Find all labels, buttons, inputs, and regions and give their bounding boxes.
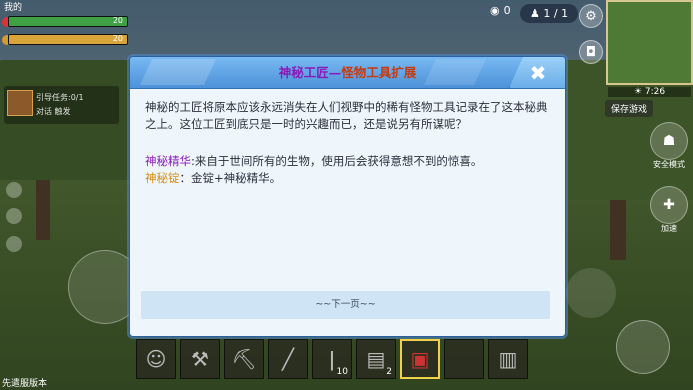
speed-up-label: 加速 bbox=[661, 224, 677, 233]
currency-count: 0 bbox=[503, 4, 511, 17]
settings-gear-icon[interactable]: ⚙ bbox=[579, 4, 603, 28]
slot-count: 10 bbox=[336, 367, 348, 377]
task-panel[interactable]: 引导任务:0/1 对话 触发 bbox=[4, 86, 119, 124]
speed-up-button[interactable]: ✚ bbox=[650, 186, 688, 224]
game-time: ☀ 7:26 bbox=[608, 87, 691, 97]
book-dialog: 神秘工匠—怪物工具扩展 ✖ 神秘的工匠将原本应该永远消失在人们视野中的稀有怪物工… bbox=[129, 56, 566, 337]
players-count: ♟ 1 / 1 bbox=[520, 4, 579, 23]
hotbar-slot-1[interactable]: ☺ bbox=[136, 339, 176, 379]
hotbar-slot-4[interactable]: ╱ bbox=[268, 339, 308, 379]
interact-hand-button[interactable] bbox=[566, 268, 616, 318]
club-icon: ╱ bbox=[281, 347, 295, 371]
ingot-key: 神秘锭 bbox=[145, 171, 180, 185]
game-time-text: 7:26 bbox=[644, 87, 666, 97]
task-icon bbox=[7, 90, 33, 116]
safe-mode-button[interactable]: ☗ bbox=[650, 122, 688, 160]
ingot-description: ：金锭+神秘精华。 bbox=[179, 171, 282, 185]
camera-icon[interactable]: ◘ bbox=[579, 40, 603, 64]
safe-mode-label: 安全模式 bbox=[653, 160, 685, 169]
axe-icon: ⚒ bbox=[191, 347, 209, 371]
dialog-title-part1: 神秘工匠— bbox=[278, 65, 342, 80]
mic-icon[interactable] bbox=[6, 208, 22, 224]
hunger-value: 20 bbox=[112, 34, 123, 43]
essence-key: 神秘精华 bbox=[145, 154, 191, 168]
hunger-bar-fill bbox=[9, 35, 127, 44]
dialog-intro-text: 神秘的工匠将原本应该永远消失在人们视野中的稀有怪物工具记录在了这本秘典之上。这位… bbox=[145, 100, 548, 131]
book-icon: ▤ bbox=[366, 347, 386, 371]
ingot-line: 神秘锭：金锭+神秘精华。 bbox=[145, 170, 550, 187]
red-book-icon: ▣ bbox=[410, 347, 430, 371]
players-display[interactable]: ♟ 1 / 1 bbox=[520, 4, 579, 23]
smiley-icon: ☺ bbox=[145, 347, 167, 371]
task-line-2: 对话 触发 bbox=[36, 107, 71, 116]
hotbar-slot-8[interactable] bbox=[444, 339, 484, 379]
version-label: 先遣服版本 bbox=[2, 379, 48, 389]
pickaxe-icon: ⛏ bbox=[231, 347, 257, 371]
chat-icon[interactable] bbox=[6, 236, 22, 252]
essence-description: :来自于世间所有的生物，使用后会获得意想不到的惊喜。 bbox=[191, 154, 483, 168]
dialog-title-part2: 怪物工具扩展 bbox=[341, 65, 417, 80]
person-icon: ♟ bbox=[530, 7, 540, 20]
save-game-button[interactable]: 保存游戏 bbox=[605, 100, 654, 117]
next-page-button[interactable]: ~~下一页~~ bbox=[141, 291, 550, 319]
hotbar-slot-5[interactable]: ǀ 10 bbox=[312, 339, 352, 379]
voice-icon[interactable] bbox=[6, 182, 22, 198]
hotbar-slot-7[interactable]: ▣ bbox=[400, 339, 440, 379]
hotbar-slot-9[interactable]: ▥ bbox=[488, 339, 528, 379]
health-bar: 20 bbox=[8, 16, 128, 27]
torch-icon: ǀ bbox=[329, 347, 335, 371]
dialog-body: 神秘的工匠将原本应该永远消失在人们视野中的稀有怪物工具记录在了这本秘典之上。这位… bbox=[145, 99, 550, 187]
player-label: 我的 bbox=[4, 3, 23, 13]
hotbar-slot-3[interactable]: ⛏ bbox=[224, 339, 264, 379]
health-value: 20 bbox=[112, 16, 123, 25]
backpack-icon: ▥ bbox=[498, 347, 518, 371]
jump-button[interactable] bbox=[616, 320, 670, 374]
hotbar: ☺ ⚒ ⛏ ╱ ǀ 10 ▤ 2 ▣ ▥ bbox=[136, 339, 528, 379]
currency-display: ◉ 0 bbox=[490, 4, 511, 17]
sun-icon: ☀ bbox=[633, 87, 642, 97]
hotbar-slot-2[interactable]: ⚒ bbox=[180, 339, 220, 379]
players-count-text: 1 / 1 bbox=[543, 7, 569, 20]
dialog-title: 神秘工匠—怪物工具扩展 bbox=[130, 57, 565, 88]
coin-icon: ◉ bbox=[490, 4, 500, 17]
essence-line: 神秘精华:来自于世间所有的生物，使用后会获得意想不到的惊喜。 bbox=[145, 153, 550, 170]
minimap[interactable]: ☀ 7:26 bbox=[606, 0, 693, 97]
hunger-bar: 20 bbox=[8, 34, 128, 45]
slot-count: 2 bbox=[386, 367, 392, 377]
hotbar-slot-6[interactable]: ▤ 2 bbox=[356, 339, 396, 379]
health-bar-fill bbox=[9, 17, 127, 26]
task-line-1: 引导任务:0/1 bbox=[36, 93, 84, 102]
close-icon: ✖ bbox=[529, 60, 547, 85]
